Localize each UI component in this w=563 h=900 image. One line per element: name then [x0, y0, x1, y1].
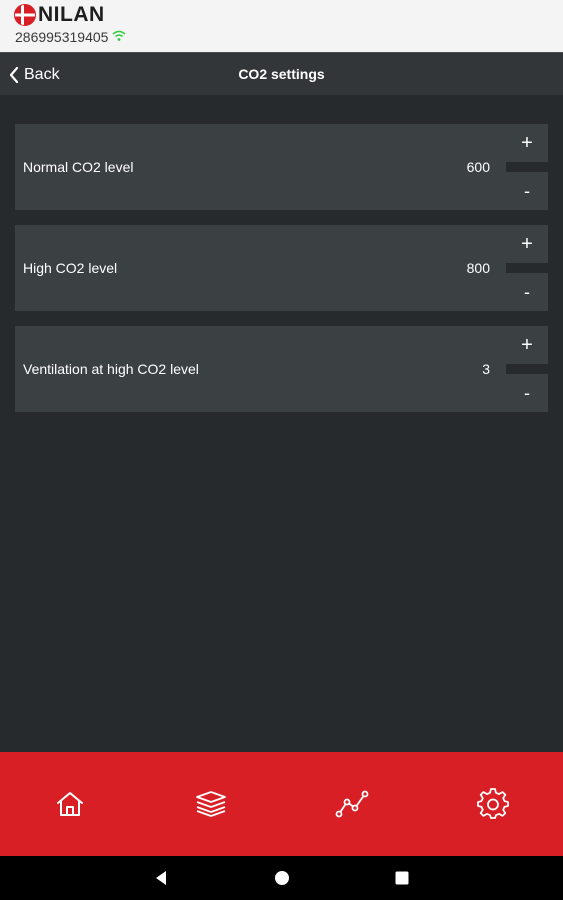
setting-value: 800: [466, 260, 490, 276]
brand-bar: NILAN 286995319405: [0, 0, 563, 52]
setting-row-normal-co2: Normal CO2 level 600 + -: [15, 124, 548, 210]
system-home-button[interactable]: [272, 868, 292, 888]
logo-text: NILAN: [38, 3, 105, 26]
page-title: CO2 settings: [238, 66, 325, 82]
increase-button[interactable]: +: [506, 326, 548, 364]
setting-row-high-co2: High CO2 level 800 + -: [15, 225, 548, 311]
graph-icon: [335, 790, 369, 818]
layers-icon: [196, 791, 226, 817]
square-recents-icon: [395, 871, 409, 885]
setting-row-ventilation-high-co2: Ventilation at high CO2 level 3 + -: [15, 326, 548, 412]
co2-settings-list: Normal CO2 level 600 + - High CO2 level …: [15, 124, 548, 427]
setting-value: 3: [482, 361, 490, 377]
increase-button[interactable]: +: [506, 124, 548, 162]
setting-value: 600: [466, 159, 490, 175]
system-navigation-bar: [0, 856, 563, 900]
tab-settings[interactable]: [423, 752, 563, 856]
tab-graph[interactable]: [282, 752, 422, 856]
home-icon: [57, 792, 83, 816]
setting-field: Ventilation at high CO2 level 3: [15, 326, 506, 412]
system-back-button[interactable]: [151, 868, 171, 888]
setting-label: Normal CO2 level: [23, 159, 134, 175]
system-recents-button[interactable]: [392, 868, 412, 888]
decrease-button[interactable]: -: [506, 172, 548, 210]
tab-home[interactable]: [0, 752, 140, 856]
setting-field: Normal CO2 level 600: [15, 124, 506, 210]
tab-layers[interactable]: [141, 752, 281, 856]
decrease-button[interactable]: -: [506, 374, 548, 412]
device-serial: 286995319405: [15, 29, 126, 45]
setting-label: Ventilation at high CO2 level: [23, 361, 199, 377]
danish-flag-icon: [14, 4, 36, 26]
circle-home-icon: [275, 871, 289, 885]
setting-label: High CO2 level: [23, 260, 118, 276]
gear-icon: [477, 788, 509, 819]
serial-number: 286995319405: [15, 29, 109, 45]
triangle-back-icon: [156, 871, 166, 885]
bottom-tab-bar: [0, 752, 563, 856]
setting-field: High CO2 level 800: [15, 225, 506, 311]
navigation-bar: Back CO2 settings: [0, 52, 563, 95]
increase-button[interactable]: +: [506, 225, 548, 263]
decrease-button[interactable]: -: [506, 273, 548, 311]
nilan-logo: NILAN: [14, 4, 105, 26]
wifi-icon: [112, 29, 126, 45]
